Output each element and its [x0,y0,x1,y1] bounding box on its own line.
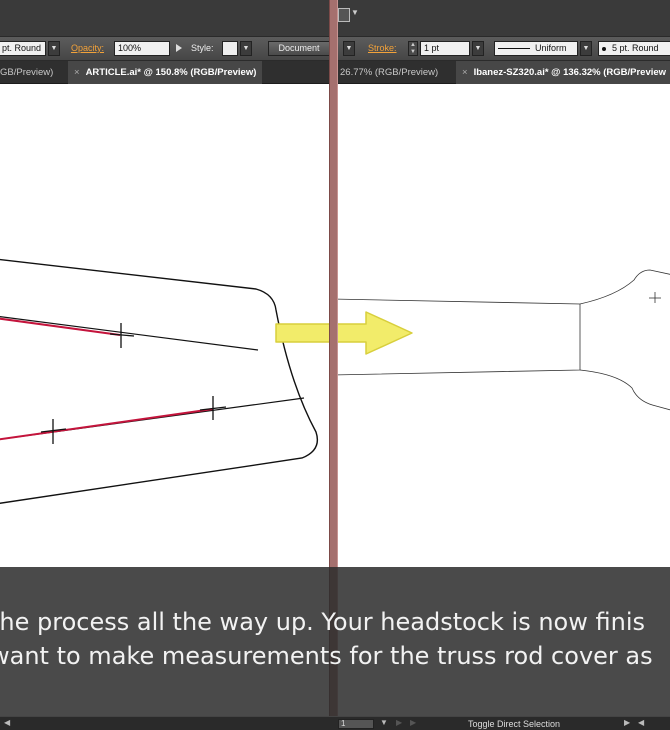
guide-line-lower-red [0,408,214,441]
left-document-tabs: GB/Preview) × ARTICLE.ai* @ 150.8% (RGB/P… [0,61,329,84]
status-text[interactable]: Toggle Direct Selection [468,719,560,729]
status-menu-icon[interactable]: ▶ [624,718,630,727]
right-document-tabs: 26.77% (RGB/Preview) × Ibanez-SZ320.ai* @… [338,61,670,84]
profile-dropdown-button[interactable]: ▼ [580,41,592,56]
tab-previous-document-right[interactable]: 26.77% (RGB/Preview) [334,61,444,84]
last-artboard-icon[interactable]: ▶ [410,718,416,727]
opacity-input[interactable]: 100% [114,41,170,56]
scroll-left-icon[interactable]: ◀ [4,718,10,727]
tab-previous-document[interactable]: GB/Preview) [0,61,59,84]
headstock-shape [579,269,670,411]
tab-article-document[interactable]: × ARTICLE.ai* @ 150.8% (RGB/Preview) [68,61,263,84]
brush-definition-field[interactable]: pt. Round [0,41,46,56]
brush-dropdown-button[interactable]: ▼ [48,41,60,56]
guide-line-upper [0,316,259,351]
stroke-label[interactable]: Stroke: [368,43,397,53]
status-bar: ◀ 1 ▼ ▶ ▶ Toggle Direct Selection ▶ ◀ [0,716,670,730]
document-dropdown-button[interactable]: ▼ [343,41,355,56]
chevron-down-icon[interactable]: ▼ [351,8,359,17]
tutorial-caption-overlay: the process all the way up. Your headsto… [0,567,670,716]
artboard-navigation-field[interactable]: 1 [338,719,374,729]
variable-width-profile-field[interactable]: Uniform [494,41,578,56]
headstock-outline [0,258,319,504]
document-setup-button[interactable]: Document [268,41,330,56]
style-label: Style: [191,43,214,53]
stroke-weight-input[interactable]: 1 pt [420,41,470,56]
style-dropdown-button[interactable]: ▼ [240,41,252,56]
graphic-style-swatch[interactable] [222,41,238,56]
brush-definition-field-2[interactable]: 5 pt. Round [598,41,670,56]
caption-text: the process all the way up. Your headsto… [0,605,670,673]
close-icon[interactable]: × [462,67,468,78]
opacity-expand-icon[interactable] [176,44,182,52]
next-artboard-icon[interactable]: ▶ [396,718,402,727]
transition-arrow-icon [275,311,413,355]
scroll-left-icon-right[interactable]: ◀ [638,718,644,727]
guide-line-upper-red [0,317,121,336]
caption-line-2: want to make measurements for the truss … [0,642,653,670]
stroke-weight-dropdown[interactable]: ▼ [472,41,484,56]
caption-line-1: the process all the way up. Your headsto… [0,608,645,636]
artboard-dropdown-icon[interactable]: ▼ [380,718,388,727]
close-icon[interactable]: × [74,67,80,78]
round-brush-icon [602,46,606,51]
arrange-documents-icon[interactable] [338,8,350,22]
stroke-profile-icon [498,48,530,50]
stroke-weight-stepper[interactable]: ▲ ▼ [408,41,418,56]
tab-ibanez-document[interactable]: × Ibanez-SZ320.ai* @ 136.32% (RGB/Preview [456,61,670,84]
opacity-label[interactable]: Opacity: [71,43,104,53]
